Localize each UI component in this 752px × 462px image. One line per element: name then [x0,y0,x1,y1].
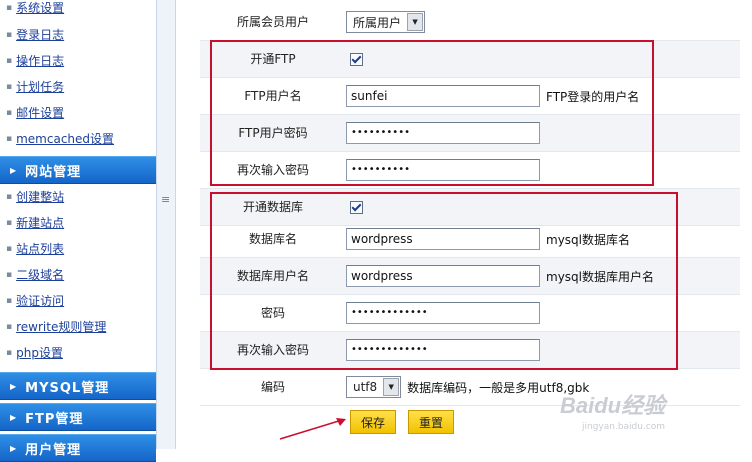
db-password-confirm-input[interactable]: ••••••••••••• [346,339,540,361]
triangle-right-icon: ▶ [10,165,18,175]
ftp-user-field: sunfei FTP登录的用户名 [346,78,639,114]
ftp-password-confirm-input[interactable]: •••••••••• [346,159,540,181]
db-pass-label: 密码 [260,306,285,320]
form-row-ftp-user: FTP用户名 sunfei FTP登录的用户名 [200,78,740,115]
sidebar-link-system-settings[interactable]: ▪ 系统设置 [6,0,64,19]
bullet-icon: ▪ [6,348,13,358]
bullet-icon: ▪ [6,244,13,254]
db-user-hint: mysql数据库用户名 [546,269,654,284]
triangle-right-icon: ▶ [10,412,18,422]
ftp-pass-label: FTP用户密码 [238,126,308,140]
form-row-db-user: 数据库用户名 wordpress mysql数据库用户名 [200,258,740,295]
bullet-icon: ▪ [6,56,13,66]
sidebar-link-memcached[interactable]: ▪ memcached设置 [6,128,114,150]
encoding-select[interactable]: utf8 ▼ [346,376,402,398]
form-row-encoding: 编码 utf8 ▼ 数据库编码，一般是多用utf8,gbk [200,369,740,406]
sidebar-link-php-settings[interactable]: ▪ php设置 [6,342,63,364]
member-label: 所属会员用户 [236,15,309,29]
triangle-right-icon: ▶ [10,381,18,391]
encoding-field: utf8 ▼ 数据库编码，一般是多用utf8,gbk [346,369,589,405]
bullet-icon: ▪ [6,30,13,40]
sidebar-section-site[interactable]: ▶ 网站管理 [0,156,156,184]
splitter-grip-icon[interactable]: ≡ [161,193,170,206]
db-name-input[interactable]: wordpress [346,228,540,250]
form-row-db-pass2: 再次输入密码 ••••••••••••• [200,332,740,369]
bullet-icon: ▪ [6,192,13,202]
bullet-icon: ▪ [6,108,13,118]
sidebar: ▪ 系统设置 ▪ 登录日志 ▪ 操作日志 ▪ 计划任务 ▪ 邮件设置 ▪ memcached… [0,0,157,462]
form-row-db-pass: 密码 ••••••••••••• [200,295,740,332]
db-user-field: wordpress mysql数据库用户名 [346,258,654,294]
sidebar-link-create-site[interactable]: ▪ 创建整站 [6,186,64,208]
member-select[interactable]: 所属用户 ▼ [346,11,426,33]
ftp-pass2-field: •••••••••• [346,152,540,188]
bullet-icon: ▪ [6,3,13,13]
sidebar-link-auth-access[interactable]: ▪ 验证访问 [6,290,64,312]
bullet-icon: ▪ [6,296,13,306]
form-row-db-name: 数据库名 wordpress mysql数据库名 [200,221,740,258]
annotation-arrow [279,418,346,440]
ftp-user-label: FTP用户名 [244,89,302,103]
db-name-label: 数据库名 [248,232,297,246]
reset-button[interactable]: 重置 [408,410,454,434]
sidebar-link-mail-settings[interactable]: ▪ 邮件设置 [6,102,64,124]
member-field: 所属用户 ▼ [346,4,426,40]
encoding-label: 编码 [260,380,285,394]
sidebar-section-ftp[interactable]: ▶ FTP管理 [0,403,156,431]
ftp-pass-field: •••••••••• [346,115,540,151]
ftp-password-input[interactable]: •••••••••• [346,122,540,144]
encoding-select-value: utf8 [353,380,378,394]
encoding-hint: 数据库编码，一般是多用utf8,gbk [407,380,590,395]
sidebar-section-user[interactable]: ▶ 用户管理 [0,434,156,462]
db-enable-checkbox[interactable] [350,200,363,214]
db-enable-label: 开通数据库 [242,200,303,214]
chevron-down-icon[interactable]: ▼ [383,378,400,396]
ftp-user-hint: FTP登录的用户名 [546,89,640,104]
form-row-member: 所属会员用户 所属用户 ▼ [200,4,740,41]
db-pass2-field: ••••••••••••• [346,332,540,368]
sidebar-link-site-list[interactable]: ▪ 站点列表 [6,238,64,260]
member-select-value: 所属用户 [353,15,402,30]
bullet-icon: ▪ [6,270,13,280]
arrow-line [279,419,343,440]
db-user-label: 数据库用户名 [236,269,309,283]
sidebar-link-operation-log[interactable]: ▪ 操作日志 [6,50,64,72]
sidebar-section-mysql[interactable]: ▶ MYSQL管理 [0,372,156,400]
db-name-hint: mysql数据库名 [546,232,630,247]
ftp-pass2-label: 再次输入密码 [236,163,309,177]
form-row-ftp-pass2: 再次输入密码 •••••••••• [200,152,740,189]
db-password-input[interactable]: ••••••••••••• [346,302,540,324]
sidebar-link-new-site[interactable]: ▪ 新建站点 [6,212,64,234]
db-enable-field [346,189,363,225]
ftp-enable-checkbox[interactable] [350,52,363,66]
bullet-icon: ▪ [6,322,13,332]
ftp-enable-field [346,41,363,77]
sidebar-splitter[interactable]: ≡ [157,0,176,449]
save-button[interactable]: 保存 [350,410,396,434]
bullet-icon: ▪ [6,134,13,144]
db-username-input[interactable]: wordpress [346,265,540,287]
ftp-enable-label: 开通FTP [250,52,296,66]
sidebar-link-login-log[interactable]: ▪ 登录日志 [6,24,64,46]
sidebar-link-scheduled-tasks[interactable]: ▪ 计划任务 [6,76,64,98]
ftp-username-input[interactable]: sunfei [346,85,540,107]
main-form: 所属会员用户 所属用户 ▼ 开通FTP FTP用户名 sunfei FTP登录的… [176,0,752,449]
form-row-ftp-enable: 开通FTP [200,41,740,78]
sidebar-link-rewrite[interactable]: ▪ rewrite规则管理 [6,316,106,338]
db-pass-field: ••••••••••••• [346,295,540,331]
triangle-right-icon: ▶ [10,443,18,453]
db-name-field: wordpress mysql数据库名 [346,221,630,257]
bullet-icon: ▪ [6,82,13,92]
db-pass2-label: 再次输入密码 [236,343,309,357]
chevron-down-icon[interactable]: ▼ [407,13,424,31]
bullet-icon: ▪ [6,218,13,228]
form-row-ftp-pass: FTP用户密码 •••••••••• [200,115,740,152]
sidebar-link-subdomain[interactable]: ▪ 二级域名 [6,264,64,286]
